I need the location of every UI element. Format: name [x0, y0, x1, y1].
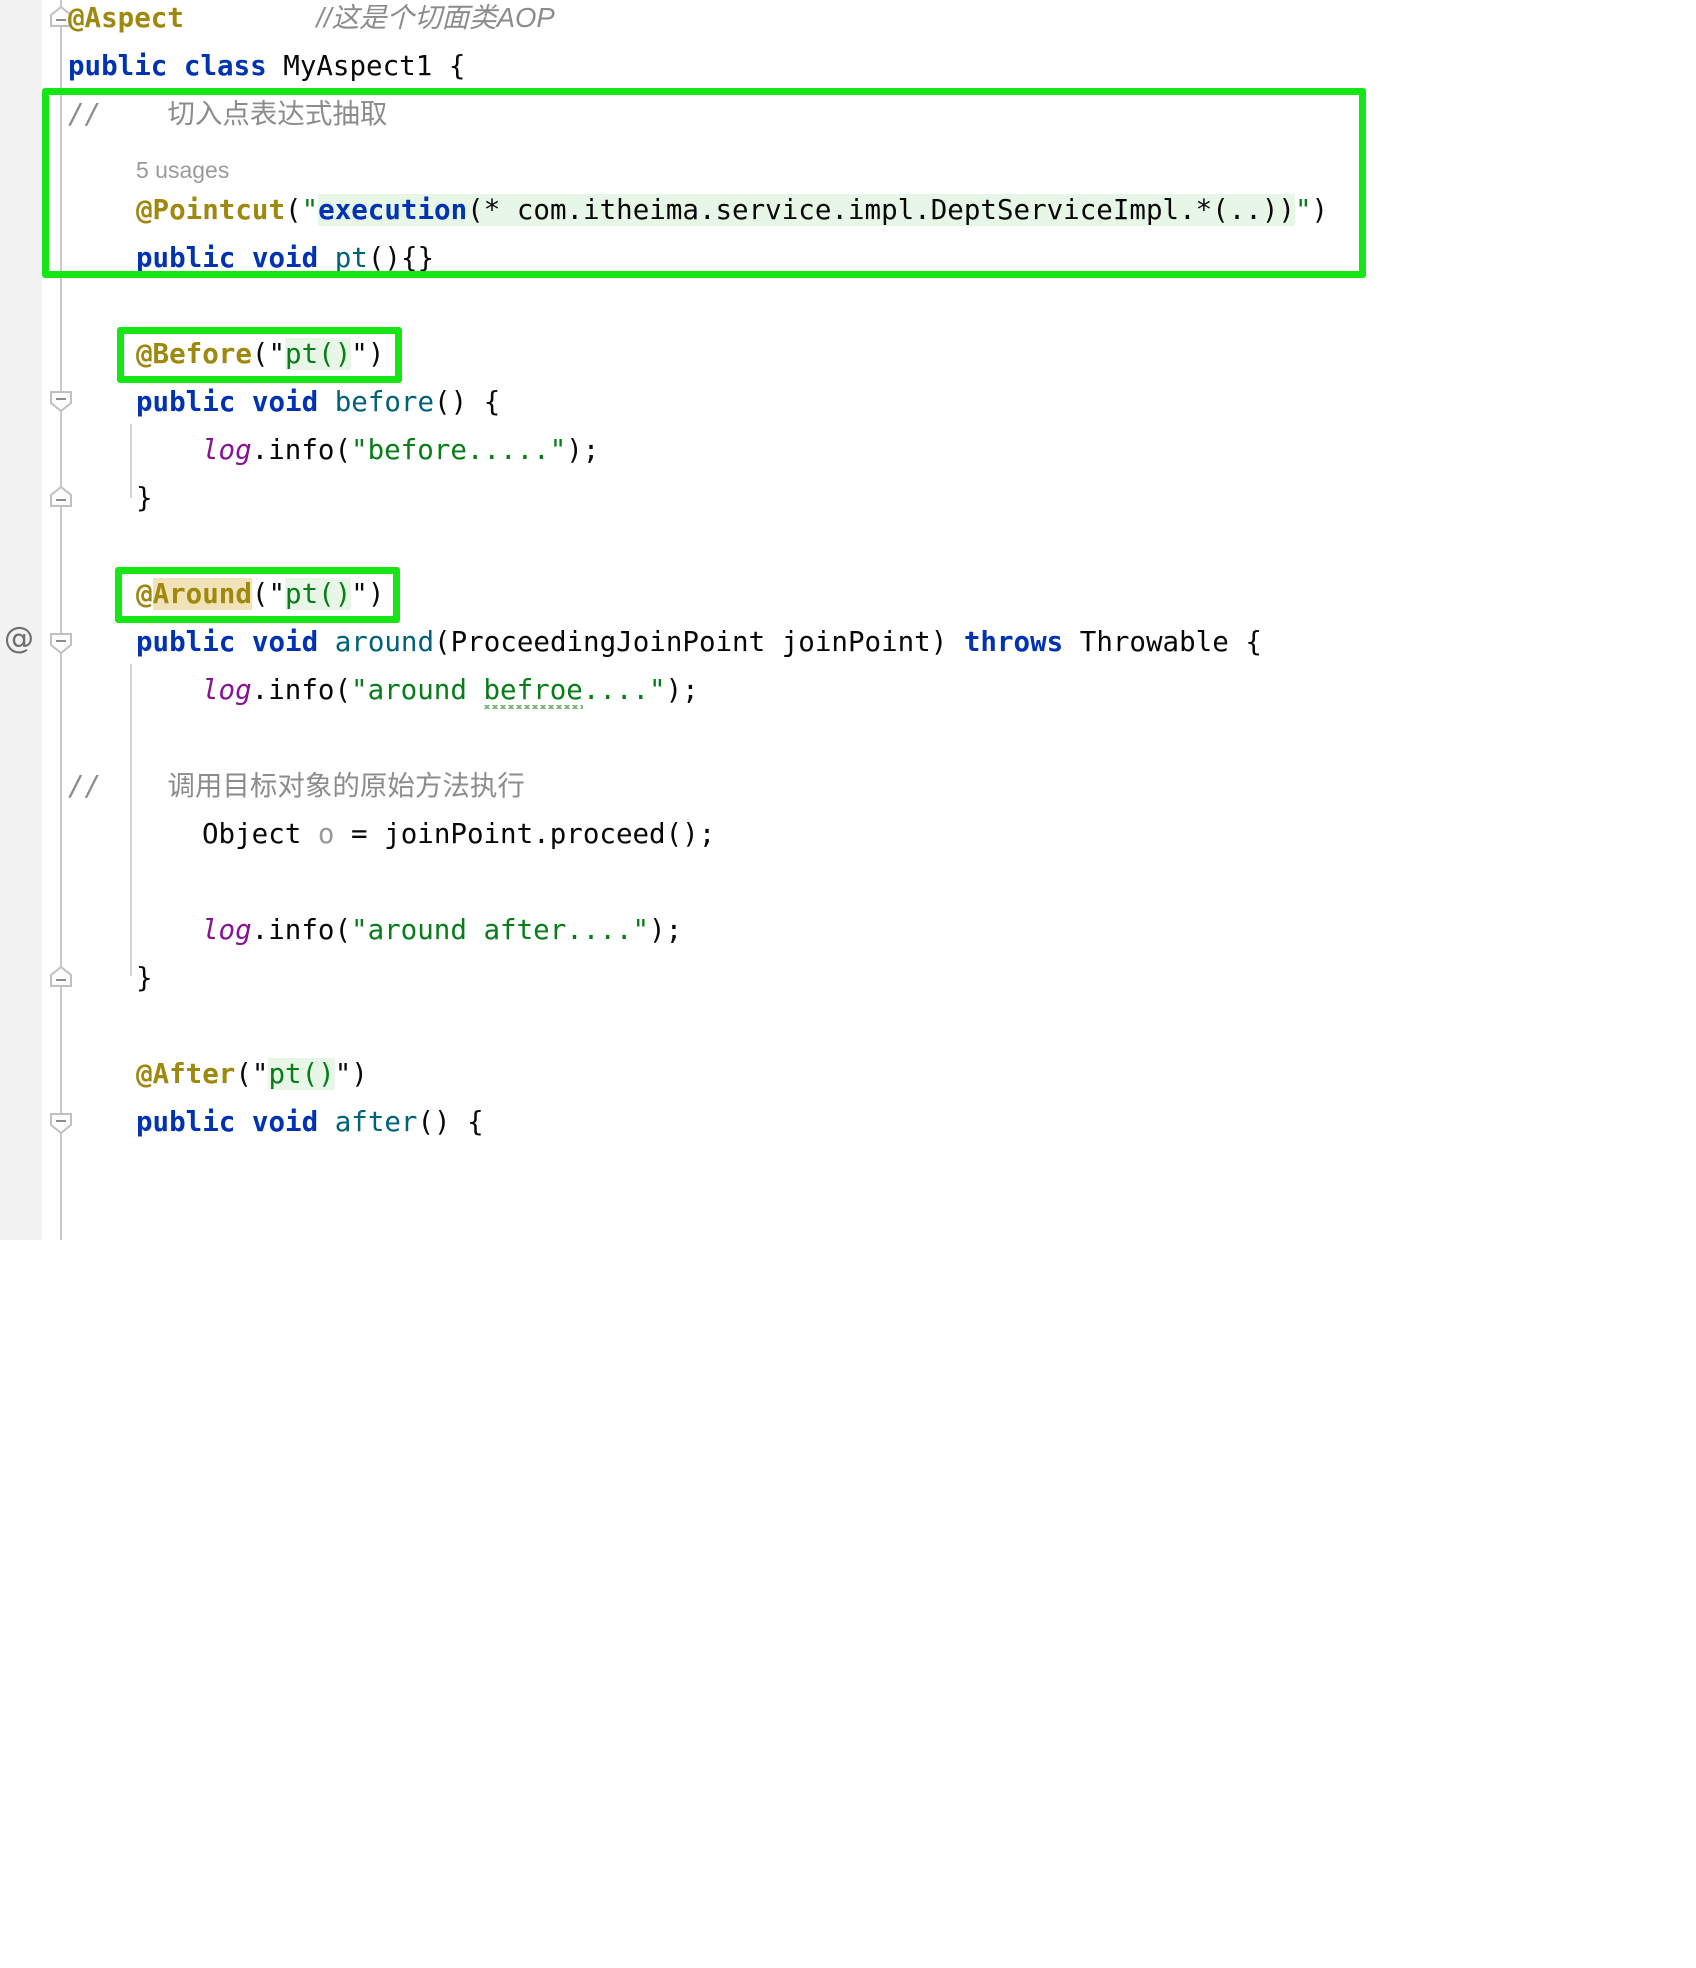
code-line-around-method[interactable]: public void around(ProceedingJoinPoint j… [136, 618, 1262, 666]
statement-tail: ); [665, 674, 699, 706]
keyword-void: void [251, 242, 319, 274]
statement-tail: ); [649, 914, 683, 946]
after-pointcut-ref[interactable]: pt() [268, 1058, 335, 1090]
info-call: .info( [251, 674, 352, 706]
variable-o[interactable]: o [318, 818, 335, 850]
after-open: (" [235, 1058, 269, 1090]
around-params[interactable]: (ProceedingJoinPoint joinPoint) [434, 626, 947, 658]
around-close: ") [351, 578, 385, 610]
proceed-comment-text: 调用目标对象的原始方法执行 [167, 770, 525, 801]
before-signature-tail: () { [434, 386, 501, 418]
code-line-before-close[interactable]: } [136, 474, 153, 522]
before-log-string[interactable]: "before....." [351, 434, 566, 466]
code-line-aspect[interactable]: @Aspect //这是个切面类AOP [68, 0, 555, 42]
before-open: (" [251, 338, 286, 370]
object-type[interactable]: Object [202, 818, 301, 850]
typo-word[interactable]: befroe [483, 674, 583, 709]
log-field[interactable]: log [202, 674, 252, 706]
around-annotation-at: @ [136, 578, 153, 610]
code-line-proceed[interactable]: Object o = joinPoint.proceed(); [202, 810, 715, 858]
quote-open: " [301, 194, 319, 226]
method-before[interactable]: before [335, 386, 434, 418]
open-brace: { [1245, 626, 1262, 658]
comment-indent [101, 98, 167, 130]
keyword-public: public [136, 626, 236, 658]
line1-gap [184, 2, 316, 34]
method-pt[interactable]: pt [335, 242, 368, 274]
keyword-class: class [183, 50, 267, 82]
code-line-pointcut-comment[interactable]: // 切入点表达式抽取 [68, 90, 387, 138]
close-brace: } [136, 962, 153, 994]
keyword-void: void [251, 386, 319, 418]
keyword-public: public [68, 50, 168, 82]
keyword-public: public [136, 1106, 236, 1138]
after-signature-tail: () { [417, 1106, 484, 1138]
method-around[interactable]: around [335, 626, 434, 658]
throwable-type[interactable]: Throwable [1080, 626, 1229, 658]
open-brace: { [448, 50, 466, 82]
log-field[interactable]: log [202, 914, 252, 946]
code-line-before-annotation[interactable]: @Before("pt()") [136, 330, 384, 378]
comment-slashes: // [68, 770, 102, 802]
pt-method-body: (){} [367, 242, 435, 274]
code-editor[interactable]: @ @Aspect //这是个切面类AOP public class MyAsp… [0, 0, 1696, 1240]
code-line-before-method[interactable]: public void before() { [136, 378, 500, 426]
execution-keyword: execution [318, 194, 468, 226]
code-line-after-method[interactable]: public void after() { [136, 1098, 484, 1146]
code-line-pt-method[interactable]: public void pt(){} [136, 234, 434, 282]
around-annotation-name[interactable]: Around [152, 578, 252, 610]
quote-close: " [1294, 194, 1312, 226]
keyword-void: void [251, 1106, 319, 1138]
info-call: .info( [251, 914, 352, 946]
before-annotation[interactable]: @Before [136, 338, 252, 370]
log-field[interactable]: log [202, 434, 252, 466]
close-brace: } [136, 482, 153, 514]
around-pointcut-ref[interactable]: pt() [285, 578, 352, 610]
before-pointcut-ref[interactable]: pt() [285, 338, 352, 370]
code-content[interactable]: @Aspect //这是个切面类AOP public class MyAspec… [0, 0, 1696, 1240]
pointcut-expression[interactable]: (* com.itheima.service.impl.DeptServiceI… [467, 194, 1295, 226]
keyword-void: void [251, 626, 319, 658]
code-line-around-annotation[interactable]: @Around("pt()") [136, 570, 384, 618]
paren-open: ( [285, 194, 302, 226]
around-open: (" [251, 578, 286, 610]
method-after[interactable]: after [335, 1106, 418, 1138]
comment-indent [101, 770, 167, 802]
pointcut-comment-text: 切入点表达式抽取 [167, 98, 388, 129]
statement-tail: ); [566, 434, 600, 466]
pointcut-annotation[interactable]: @Pointcut [136, 194, 285, 226]
code-line-class-decl[interactable]: public class MyAspect1 { [68, 42, 465, 90]
joinpoint-proceed-call[interactable]: joinPoint.proceed(); [384, 818, 715, 850]
code-line-before-log[interactable]: log.info("before....."); [202, 426, 599, 474]
assign-operator: = [351, 818, 368, 850]
code-line-around-before-log[interactable]: log.info("around befroe...."); [202, 666, 699, 714]
around-before-string-open: "around [351, 674, 484, 706]
code-line-around-after-log[interactable]: log.info("around after...."); [202, 906, 682, 954]
around-before-string-close: ...." [582, 674, 666, 706]
around-after-string[interactable]: "around after...." [351, 914, 649, 946]
paren-close: ) [1311, 194, 1329, 226]
code-line-pointcut[interactable]: @Pointcut("execution(* com.itheima.servi… [136, 186, 1328, 234]
after-annotation[interactable]: @After [136, 1058, 235, 1090]
keyword-public: public [136, 386, 236, 418]
aspect-annotation[interactable]: @Aspect [68, 2, 184, 34]
before-close: ") [351, 338, 385, 370]
class-name[interactable]: MyAspect1 [283, 50, 432, 82]
code-line-proceed-comment[interactable]: // 调用目标对象的原始方法执行 [68, 762, 525, 810]
comment-slashes: // [68, 98, 102, 130]
code-line-after-annotation[interactable]: @After("pt()") [136, 1050, 368, 1098]
keyword-throws: throws [963, 626, 1064, 658]
info-call: .info( [251, 434, 352, 466]
keyword-public: public [136, 242, 236, 274]
code-line-around-close[interactable]: } [136, 954, 153, 1002]
after-close: ") [334, 1058, 368, 1090]
aspect-comment: //这是个切面类AOP [316, 2, 555, 33]
